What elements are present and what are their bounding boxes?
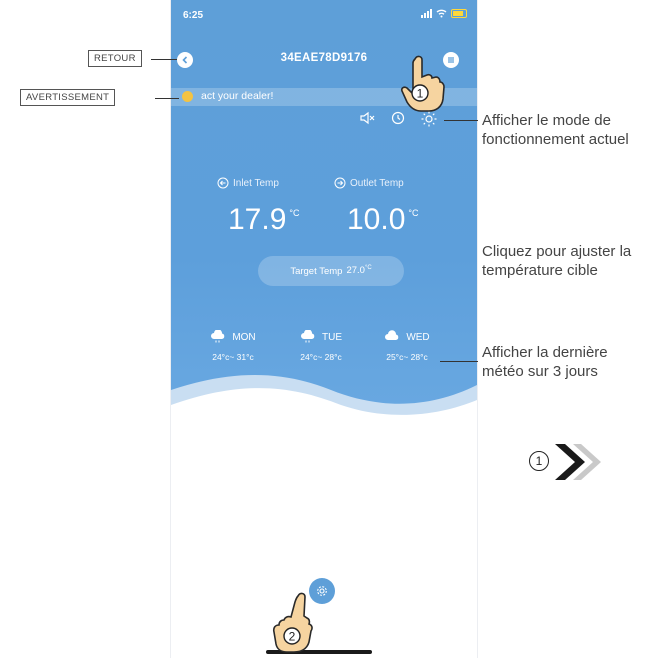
tap-hand-icon: 2 bbox=[272, 592, 313, 653]
outlet-icon bbox=[334, 177, 346, 189]
weather-day-label: WED bbox=[406, 331, 430, 343]
back-annotation: RETOUR bbox=[88, 50, 142, 67]
gear-icon bbox=[317, 586, 327, 596]
back-annotation-line bbox=[151, 59, 177, 61]
weather-range: 24°c~ 28°c bbox=[300, 352, 342, 362]
menu-icon bbox=[448, 57, 454, 63]
weather-annotation-line bbox=[440, 361, 478, 363]
signal-icon bbox=[421, 9, 432, 18]
next-step-number: 1 bbox=[529, 451, 549, 471]
target-value-text: 27.0 bbox=[346, 265, 365, 277]
weather-day-label: MON bbox=[232, 331, 256, 343]
target-label: Target Temp bbox=[290, 265, 343, 277]
inlet-label-text: Inlet Temp bbox=[233, 177, 279, 189]
weather-range: 24°c~ 31°c bbox=[212, 352, 254, 362]
phone-screen: 6:25 34EAE78D9176 act your dealer! Inlet… bbox=[170, 0, 478, 658]
timer-icon[interactable] bbox=[391, 111, 405, 125]
outlet-unit: °C bbox=[408, 208, 419, 218]
mode-annotation-line bbox=[444, 120, 478, 122]
status-icons bbox=[421, 9, 467, 18]
rain-cloud-icon bbox=[211, 330, 225, 343]
mode-caption: Afficher le mode de fonctionnement actue… bbox=[482, 112, 629, 148]
weather-day-mon: MON 24°c~ 31°c bbox=[193, 330, 273, 362]
weather-caption: Afficher la dernière météo sur 3 jours bbox=[482, 344, 608, 380]
warning-text: act your dealer! bbox=[201, 90, 274, 102]
weather-day-wed: WED 25°c~ 28°c bbox=[367, 330, 447, 362]
tap-hand-icon: 1 bbox=[401, 55, 445, 112]
weather-range: 25°c~ 28°c bbox=[386, 352, 428, 362]
warning-annotation: AVERTISSEMENT bbox=[20, 89, 116, 106]
inlet-temp-value: 17.9 °C bbox=[228, 203, 300, 237]
inlet-icon bbox=[217, 177, 229, 189]
outlet-temp-value: 10.0 °C bbox=[347, 203, 419, 237]
target-value: 27.0°C bbox=[346, 265, 371, 276]
outlet-value-text: 10.0 bbox=[347, 203, 406, 236]
wifi-icon bbox=[436, 9, 447, 18]
weather-day-label: TUE bbox=[322, 331, 342, 343]
status-time: 6:25 bbox=[183, 10, 204, 21]
inlet-value-text: 17.9 bbox=[228, 203, 287, 236]
mode-icons bbox=[359, 111, 437, 127]
warning-annotation-line bbox=[155, 98, 179, 100]
outlet-temp-label: Outlet Temp bbox=[334, 177, 404, 189]
step-2-label: 2 bbox=[289, 630, 296, 644]
battery-icon bbox=[451, 9, 467, 18]
target-unit: °C bbox=[364, 265, 372, 272]
target-caption: Cliquez pour ajuster la température cibl… bbox=[482, 243, 632, 279]
sun-mode-icon[interactable] bbox=[421, 111, 437, 127]
next-chevrons-icon bbox=[555, 444, 601, 480]
mute-icon[interactable] bbox=[359, 111, 375, 125]
target-temp-button[interactable]: Target Temp 27.0°C bbox=[258, 256, 404, 286]
inlet-unit: °C bbox=[289, 208, 300, 218]
wave-divider bbox=[171, 375, 477, 440]
menu-button[interactable] bbox=[443, 52, 459, 68]
warning-icon bbox=[182, 91, 193, 102]
rain-cloud-icon bbox=[301, 330, 315, 343]
weather-day-tue: TUE 24°c~ 28°c bbox=[281, 330, 361, 362]
outlet-label-text: Outlet Temp bbox=[350, 177, 404, 189]
inlet-temp-label: Inlet Temp bbox=[217, 177, 279, 189]
cloud-icon bbox=[385, 330, 399, 340]
step-1-label: 1 bbox=[417, 87, 424, 101]
